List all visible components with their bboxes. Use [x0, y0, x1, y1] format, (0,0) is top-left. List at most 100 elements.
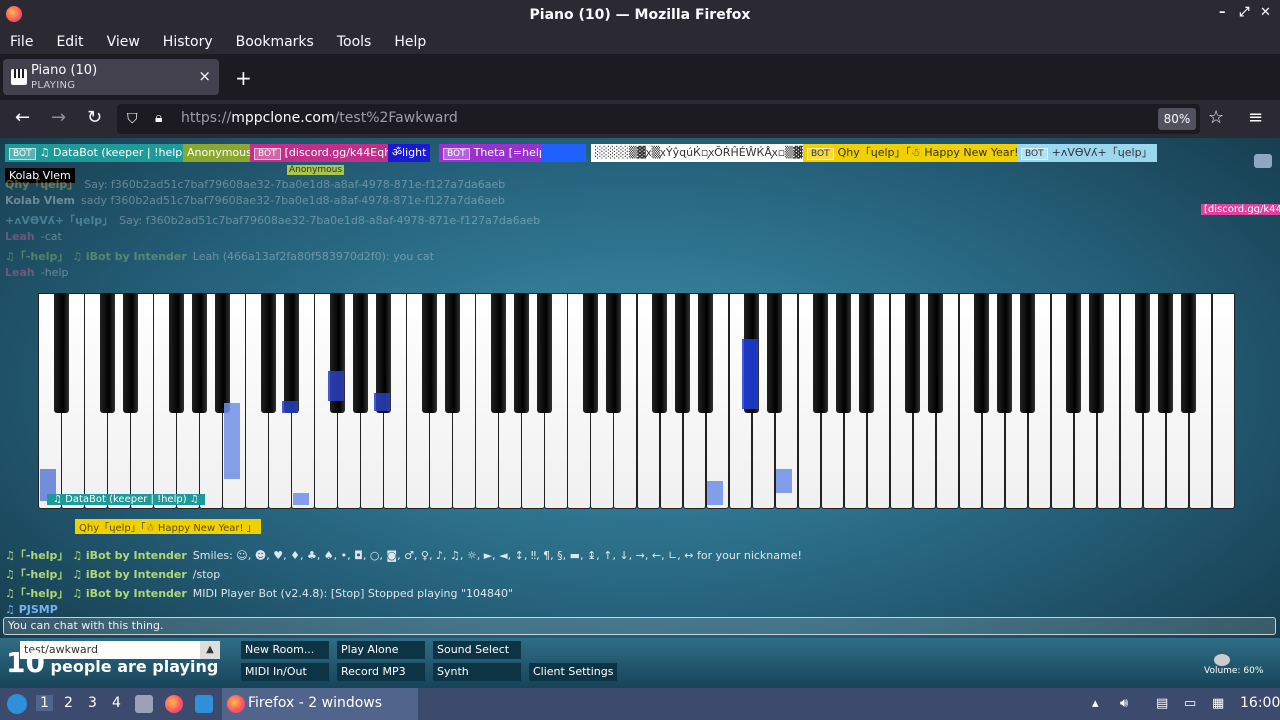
- black-key[interactable]: [1135, 293, 1151, 413]
- black-key[interactable]: [905, 293, 921, 413]
- black-key[interactable]: [214, 293, 230, 413]
- black-key[interactable]: [675, 293, 691, 413]
- workspace-3[interactable]: 3: [88, 695, 97, 711]
- black-key[interactable]: [260, 293, 276, 413]
- user-badge[interactable]: BOT Theta [=help]: [439, 144, 555, 162]
- shield-icon[interactable]: ⛉: [127, 111, 138, 127]
- black-key[interactable]: [767, 293, 783, 413]
- black-key[interactable]: [1158, 293, 1174, 413]
- reload-button[interactable]: ↻: [87, 108, 102, 128]
- network-tray-icon[interactable]: ▦: [1212, 696, 1224, 711]
- pressed-note: [282, 401, 298, 413]
- zoom-level[interactable]: 80%: [1158, 108, 1196, 130]
- volume-knob[interactable]: [1214, 654, 1230, 666]
- menu-history[interactable]: History: [163, 34, 213, 50]
- chat-input[interactable]: You can chat with this thing.: [3, 617, 1276, 635]
- black-key[interactable]: [1089, 293, 1105, 413]
- black-key[interactable]: [928, 293, 944, 413]
- black-key[interactable]: [1066, 293, 1082, 413]
- user-badge[interactable]: BOT Qhy「ɥelp」「☃ Happy New Year! 」: [803, 144, 1038, 162]
- desktop-icon[interactable]: [195, 695, 213, 713]
- user-badge[interactable]: ॐlight: [388, 144, 431, 162]
- black-key[interactable]: [490, 293, 506, 413]
- chat-text: Leah (466a13af2fa80f583970d2f0): you cat: [192, 250, 434, 263]
- forward-button[interactable]: →: [51, 108, 66, 128]
- client-settings-button[interactable]: Client Settings: [529, 663, 617, 681]
- user-badge[interactable]: [541, 144, 586, 162]
- workspace-2[interactable]: 2: [64, 695, 73, 711]
- black-key[interactable]: [1020, 293, 1036, 413]
- black-key[interactable]: [513, 293, 529, 413]
- minimize-button[interactable]: –: [1219, 5, 1226, 20]
- black-key[interactable]: [1181, 293, 1197, 413]
- workspace-1[interactable]: 1: [36, 695, 53, 711]
- crown-icon[interactable]: [1254, 154, 1272, 168]
- new-tab-button[interactable]: +: [235, 66, 252, 90]
- app-menu-button[interactable]: ≡: [1248, 108, 1263, 128]
- midi-in-out-button[interactable]: MIDI In/Out: [241, 663, 329, 681]
- menu-view[interactable]: View: [107, 34, 140, 50]
- black-key[interactable]: [582, 293, 598, 413]
- menu-tools[interactable]: Tools: [337, 34, 372, 50]
- black-key[interactable]: [352, 293, 368, 413]
- tray-up-icon[interactable]: ▴: [1092, 696, 1099, 711]
- black-key[interactable]: [997, 293, 1013, 413]
- black-key[interactable]: [191, 293, 207, 413]
- black-key[interactable]: [53, 293, 69, 413]
- taskbar: 1 2 3 4 Firefox - 2 windows ▴ 🔊︎ ▤ ▭ ▦ 1…: [0, 688, 1280, 720]
- tab-piano[interactable]: Piano (10) PLAYING ×: [3, 59, 219, 95]
- display-tray-icon[interactable]: ▭: [1184, 696, 1196, 711]
- tab-strip: Piano (10) PLAYING × +: [0, 54, 1280, 100]
- sound-select-button[interactable]: Sound Select: [433, 641, 521, 659]
- url-text[interactable]: https://mppclone.com/test%2Fawkward: [181, 110, 458, 126]
- user-badge[interactable]: BOT +ʌVƟVʎ+「ɥelp」: [1017, 144, 1157, 162]
- maximize-button[interactable]: ⤢: [1239, 5, 1249, 20]
- black-key[interactable]: [605, 293, 621, 413]
- black-key[interactable]: [536, 293, 552, 413]
- black-key[interactable]: [813, 293, 829, 413]
- black-key[interactable]: [859, 293, 875, 413]
- start-menu-icon[interactable]: [7, 694, 27, 714]
- volume-tray-icon[interactable]: 🔊︎: [1120, 696, 1128, 711]
- menu-edit[interactable]: Edit: [56, 34, 83, 50]
- white-key[interactable]: [1211, 293, 1236, 509]
- synth-button[interactable]: Synth: [433, 663, 521, 681]
- user-badge[interactable]: ░░░░▒▓ꭗ▒ꭗÝŷɋúЌ▫ꭗÕŔĤÉŴЌÅꭗ▫▒▓░░░: [591, 144, 832, 162]
- chat-message: Leah -help: [5, 266, 68, 279]
- lock-icon[interactable]: 🔒︎: [155, 110, 162, 126]
- close-window-button[interactable]: ✕: [1260, 5, 1271, 20]
- firefox-launcher-icon[interactable]: [165, 695, 183, 713]
- black-key[interactable]: [99, 293, 115, 413]
- user-badge[interactable]: Anonymous: [183, 144, 256, 162]
- clipboard-tray-icon[interactable]: ▤: [1156, 696, 1168, 711]
- black-key[interactable]: [122, 293, 138, 413]
- tab-close-icon[interactable]: ×: [198, 67, 211, 85]
- new-room-button[interactable]: New Room...: [241, 641, 329, 659]
- black-key[interactable]: [421, 293, 437, 413]
- menu-file[interactable]: File: [10, 34, 33, 50]
- user-name: Qhy「ɥelp」「☃ Happy New Year! 」: [837, 146, 1034, 159]
- black-key[interactable]: [974, 293, 990, 413]
- back-button[interactable]: ←: [15, 108, 30, 128]
- taskbar-firefox-task[interactable]: Firefox - 2 windows: [222, 688, 418, 720]
- file-manager-icon[interactable]: [135, 695, 153, 713]
- record-mp3-button[interactable]: Record MP3: [337, 663, 425, 681]
- black-key[interactable]: [168, 293, 184, 413]
- black-key[interactable]: [283, 293, 299, 413]
- black-key[interactable]: [698, 293, 714, 413]
- piano-keyboard[interactable]: [38, 293, 1236, 510]
- play-alone-button[interactable]: Play Alone: [337, 641, 425, 659]
- menu-bookmarks[interactable]: Bookmarks: [236, 34, 314, 50]
- url-bar[interactable]: ⛉ 🔒︎ https://mppclone.com/test%2Fawkward: [117, 104, 1200, 134]
- menu-help[interactable]: Help: [394, 34, 426, 50]
- black-key[interactable]: [652, 293, 668, 413]
- user-badge[interactable]: BOT [discord.gg/k44Eqha]: [250, 144, 407, 162]
- user-badge[interactable]: BOT ♫ DataBot (keeper | !help) ♫: [5, 144, 204, 162]
- chat-author: +ʌVƟVʎ+「ɥelp」: [5, 214, 114, 227]
- chat-author: Leah: [5, 230, 35, 243]
- workspace-4[interactable]: 4: [112, 695, 121, 711]
- black-key[interactable]: [444, 293, 460, 413]
- black-key[interactable]: [836, 293, 852, 413]
- bot-tag: BOT: [443, 148, 470, 160]
- bookmark-star-icon[interactable]: ☆: [1208, 108, 1224, 128]
